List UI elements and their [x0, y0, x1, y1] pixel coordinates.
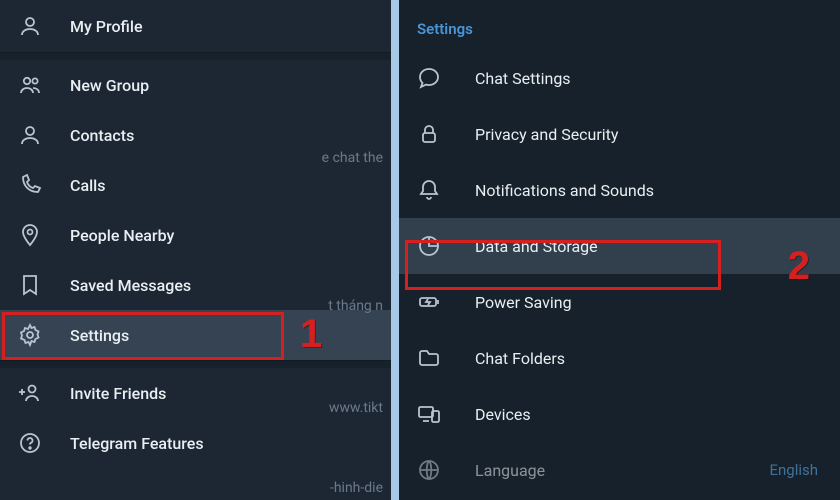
pie-chart-icon [417, 234, 441, 258]
drawer-menu-list: My Profile New Group Contacts Calls [0, 0, 391, 468]
menu-item-invite-friends[interactable]: Invite Friends [0, 368, 391, 418]
menu-item-telegram-features[interactable]: Telegram Features [0, 418, 391, 468]
menu-item-people-nearby[interactable]: People Nearby [0, 210, 391, 260]
settings-item-chat-settings[interactable]: Chat Settings [399, 50, 840, 106]
settings-item-privacy[interactable]: Privacy and Security [399, 106, 840, 162]
menu-item-calls[interactable]: Calls [0, 160, 391, 210]
lock-icon [417, 122, 441, 146]
annotation-step-1: 1 [300, 312, 322, 357]
settings-item-label: Privacy and Security [475, 125, 618, 144]
menu-item-label: Settings [70, 326, 129, 345]
menu-item-label: Telegram Features [70, 434, 204, 453]
settings-item-label: Devices [475, 405, 531, 424]
devices-icon [417, 402, 441, 426]
menu-item-settings[interactable]: Settings [0, 310, 391, 360]
menu-item-label: People Nearby [70, 226, 174, 245]
language-value: English [769, 461, 822, 479]
menu-divider [0, 52, 391, 60]
menu-item-label: Calls [70, 176, 105, 195]
settings-item-power-saving[interactable]: Power Saving [399, 274, 840, 330]
menu-item-label: New Group [70, 76, 149, 95]
settings-item-language[interactable]: Language English [399, 442, 840, 498]
menu-item-new-group[interactable]: New Group [0, 60, 391, 110]
settings-panel: Settings Chat Settings Privacy and Secur… [395, 0, 840, 500]
nearby-icon [18, 223, 42, 247]
settings-item-chat-folders[interactable]: Chat Folders [399, 330, 840, 386]
settings-item-label: Power Saving [475, 293, 572, 312]
menu-item-saved-messages[interactable]: Saved Messages [0, 260, 391, 310]
settings-item-label: Chat Settings [475, 69, 571, 88]
settings-item-label: Language [475, 461, 545, 480]
settings-item-data-storage[interactable]: Data and Storage [399, 218, 840, 274]
folder-icon [417, 346, 441, 370]
add-user-icon [18, 381, 42, 405]
menu-item-label: Saved Messages [70, 276, 191, 295]
menu-item-my-profile[interactable]: My Profile [0, 0, 391, 52]
bell-icon [417, 178, 441, 202]
settings-item-label: Notifications and Sounds [475, 181, 654, 200]
menu-item-label: Invite Friends [70, 384, 166, 403]
battery-icon [417, 290, 441, 314]
group-icon [18, 73, 42, 97]
menu-item-label: My Profile [70, 17, 143, 36]
bookmark-icon [18, 273, 42, 297]
contact-icon [18, 123, 42, 147]
annotation-step-2: 2 [788, 244, 810, 289]
gear-icon [18, 323, 42, 347]
menu-item-label: Contacts [70, 126, 134, 145]
profile-icon [18, 14, 42, 38]
menu-item-contacts[interactable]: Contacts [0, 110, 391, 160]
settings-item-devices[interactable]: Devices [399, 386, 840, 442]
settings-item-notifications[interactable]: Notifications and Sounds [399, 162, 840, 218]
chat-icon [417, 66, 441, 90]
globe-icon [417, 458, 441, 482]
drawer-menu-panel: e chat the t tháng n www.tikt -hinh-die … [0, 0, 395, 500]
bg-fragment: -hinh-die [330, 480, 383, 496]
settings-item-label: Chat Folders [475, 349, 565, 368]
help-icon [18, 431, 42, 455]
phone-icon [18, 173, 42, 197]
menu-divider [0, 360, 391, 368]
settings-item-label: Data and Storage [475, 237, 598, 256]
settings-heading: Settings [399, 0, 840, 50]
